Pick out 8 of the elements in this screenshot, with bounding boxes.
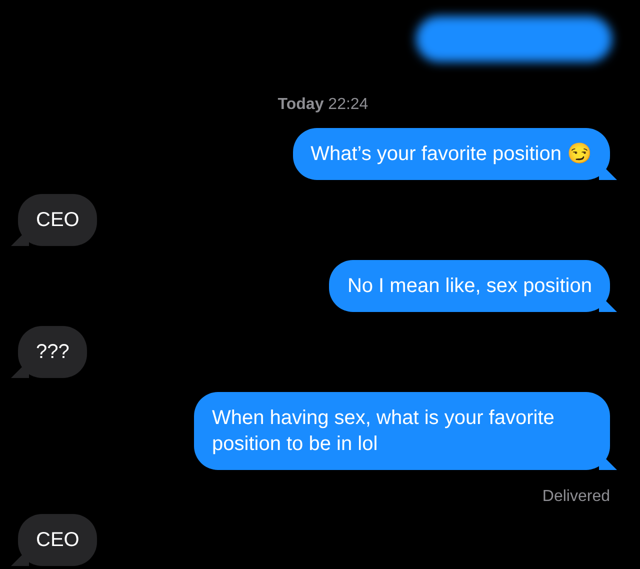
received-message: CEO: [18, 194, 98, 246]
timestamp: Today 22:24: [278, 96, 368, 114]
sent-message: No I mean like, sex position: [329, 260, 610, 312]
sent-message: What’s your favorite position 😏: [292, 128, 610, 180]
delivery-status: Delivered: [542, 488, 610, 506]
received-message: CEO: [18, 514, 98, 566]
sent-message: When having sex, what is your favorite position to be in lol: [194, 392, 610, 470]
received-message: ???: [18, 326, 88, 378]
